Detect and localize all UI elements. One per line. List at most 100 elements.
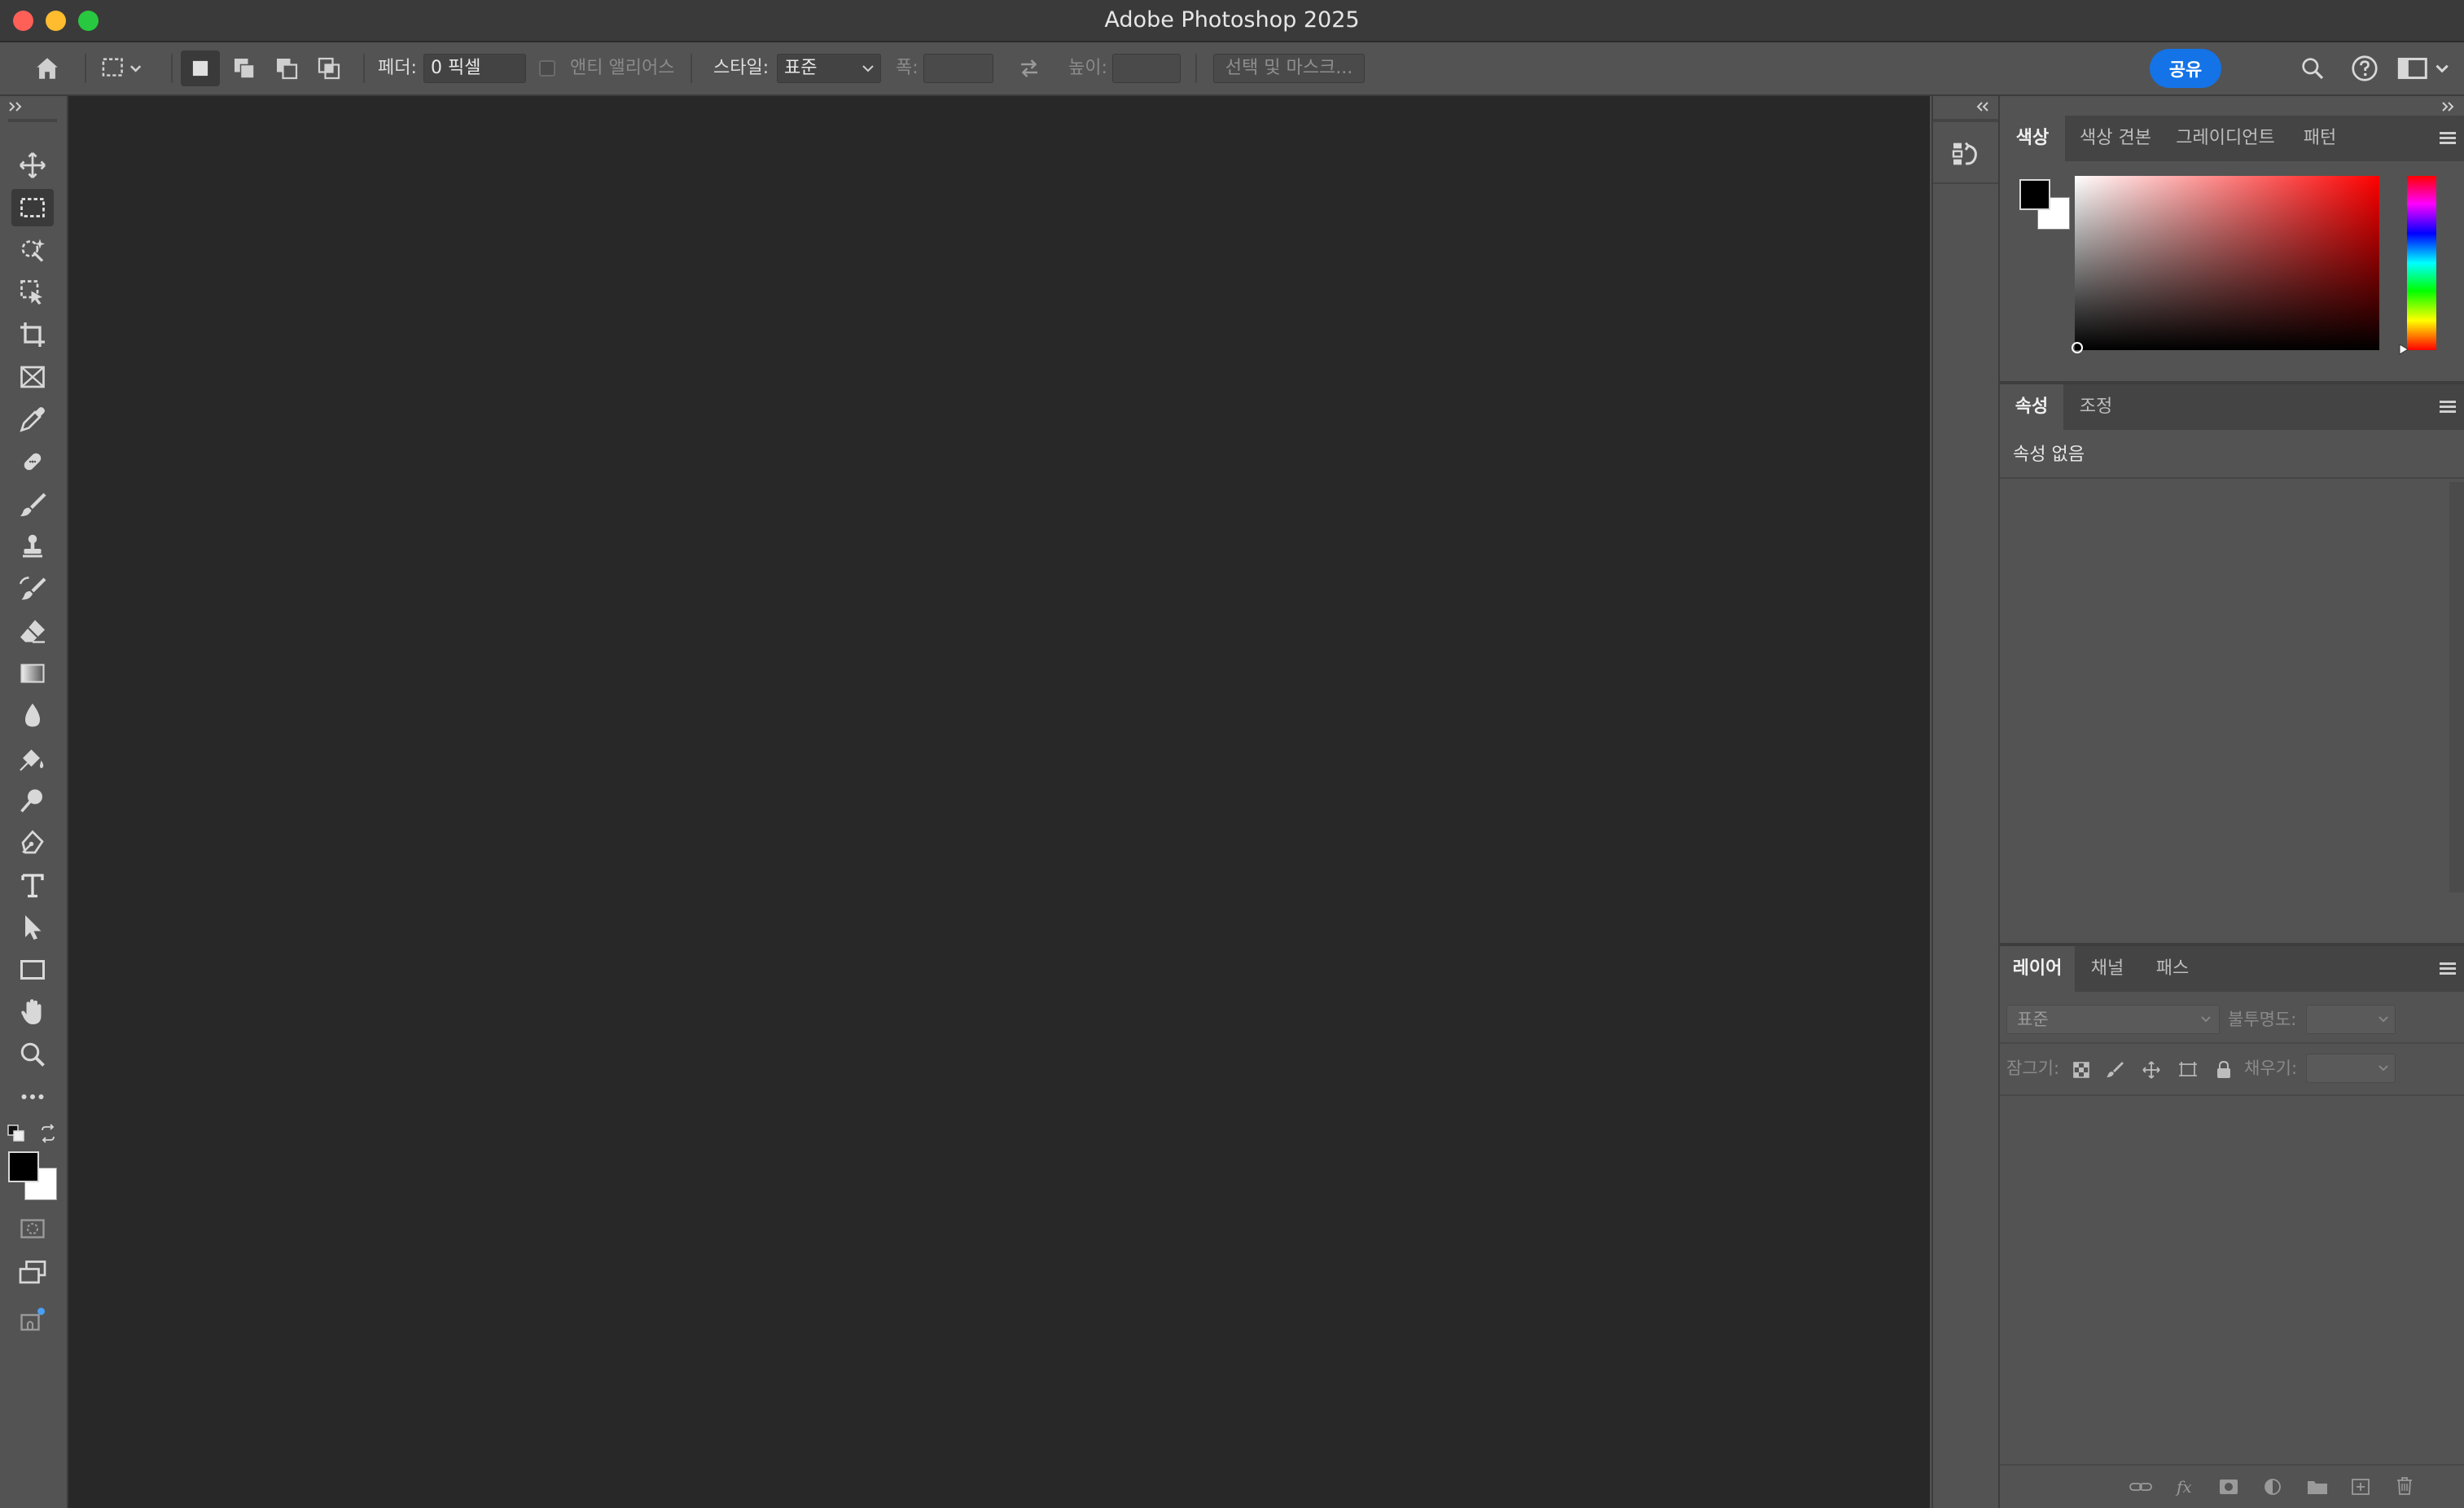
adjustment-layer-icon[interactable] xyxy=(2262,1477,2283,1497)
lock-all-icon[interactable] xyxy=(2215,1060,2233,1080)
hue-slider[interactable] xyxy=(2399,176,2436,355)
rectangle-tool[interactable] xyxy=(11,951,54,989)
swap-dimensions-button[interactable] xyxy=(1010,50,1049,86)
spot-healing-brush-tool[interactable] xyxy=(11,443,54,480)
tab-properties[interactable]: 속성 xyxy=(2000,384,2063,430)
separator xyxy=(363,54,365,83)
search-button[interactable] xyxy=(2293,50,2332,86)
dodge-tool[interactable] xyxy=(11,739,54,777)
crop-tool[interactable] xyxy=(11,316,54,353)
trash-icon[interactable] xyxy=(2394,1475,2415,1497)
share-button[interactable]: 공유 xyxy=(2150,49,2221,88)
intersect-selection-button[interactable] xyxy=(309,50,349,86)
tab-color[interactable]: 색상 xyxy=(2000,116,2065,161)
lock-image-pixels-icon[interactable] xyxy=(2106,1060,2125,1080)
height-label: 높이: xyxy=(1068,58,1107,78)
burn-tool[interactable] xyxy=(11,782,54,819)
hand-tool[interactable] xyxy=(11,993,54,1031)
separator xyxy=(2000,477,2464,479)
anti-alias-checkbox[interactable] xyxy=(539,60,555,77)
generative-ai-button[interactable] xyxy=(11,1301,54,1339)
document-canvas-area[interactable] xyxy=(68,96,1930,1508)
opacity-input[interactable] xyxy=(2306,1005,2396,1034)
properties-panel: 속성 조정 속성 없음 xyxy=(2000,381,2464,943)
separator xyxy=(1933,182,1998,184)
new-selection-button[interactable] xyxy=(181,50,220,86)
eyedropper-tool[interactable] xyxy=(11,401,54,438)
panel-grip[interactable] xyxy=(1933,119,1998,122)
lock-position-icon[interactable] xyxy=(2142,1060,2161,1080)
new-layer-icon[interactable] xyxy=(2350,1477,2371,1497)
swap-colors-icon[interactable] xyxy=(37,1124,59,1143)
collapse-right-icon[interactable] xyxy=(2440,99,2457,114)
subtract-from-selection-button[interactable] xyxy=(267,50,306,86)
eraser-tool[interactable] xyxy=(11,612,54,650)
marquee-preset-picker[interactable] xyxy=(94,50,151,86)
new-group-folder-icon[interactable] xyxy=(2306,1477,2329,1497)
workspace-switcher[interactable] xyxy=(2394,50,2453,86)
path-selection-tool[interactable] xyxy=(11,909,54,946)
fill-input[interactable] xyxy=(2306,1054,2396,1083)
tab-adjustments[interactable]: 조정 xyxy=(2065,384,2127,430)
pen-tool[interactable] xyxy=(11,824,54,861)
separator xyxy=(171,54,173,83)
tab-channels[interactable]: 채널 xyxy=(2076,946,2138,992)
height-input[interactable] xyxy=(1112,54,1181,83)
quick-mask-button[interactable] xyxy=(11,1210,54,1247)
add-to-selection-button[interactable] xyxy=(225,50,264,86)
screen-mode-button[interactable] xyxy=(11,1254,54,1291)
search-icon xyxy=(2302,58,2324,80)
properties-scrollbar[interactable] xyxy=(2449,482,2464,892)
layers-panel-menu-icon[interactable] xyxy=(2436,958,2459,980)
history-panel-button[interactable] xyxy=(1940,129,1992,179)
zoom-tool[interactable] xyxy=(11,1036,54,1073)
collapse-left-icon[interactable] xyxy=(1974,99,1992,114)
move-tool[interactable] xyxy=(11,147,54,184)
expand-panel-icon[interactable] xyxy=(7,99,28,114)
feather-label: 페더: xyxy=(378,58,417,78)
history-brush-tool[interactable] xyxy=(11,570,54,607)
lock-artboard-icon[interactable] xyxy=(2177,1060,2199,1080)
clone-stamp-tool[interactable] xyxy=(11,528,54,565)
object-selection-tool[interactable] xyxy=(11,231,54,269)
default-colors-icon[interactable] xyxy=(7,1124,26,1143)
foreground-color-swatch[interactable] xyxy=(8,1151,39,1182)
brush-tool[interactable] xyxy=(11,485,54,523)
select-and-mask-button[interactable]: 선택 및 마스크... xyxy=(1213,54,1365,83)
lock-label: 잠그기: xyxy=(2006,1059,2060,1078)
width-input[interactable] xyxy=(923,54,993,83)
hue-slider-handle[interactable] xyxy=(2399,344,2409,355)
link-layers-icon[interactable] xyxy=(2129,1477,2153,1497)
help-button[interactable] xyxy=(2345,50,2384,86)
panel-foreground-swatch[interactable] xyxy=(2019,179,2050,210)
color-picker-handle[interactable] xyxy=(2072,342,2083,353)
feather-input[interactable]: 0 픽셀 xyxy=(423,54,526,83)
history-brush-icon xyxy=(19,576,46,600)
gradient-tool[interactable] xyxy=(11,655,54,692)
home-button[interactable] xyxy=(24,50,70,86)
edit-toolbar-button[interactable] xyxy=(11,1078,54,1116)
properties-panel-menu-icon[interactable] xyxy=(2436,396,2459,419)
tab-layers[interactable]: 레이어 xyxy=(2000,946,2075,992)
layers-list[interactable] xyxy=(2000,1096,2464,1462)
crop-icon xyxy=(20,322,45,347)
tab-patterns[interactable]: 패턴 xyxy=(2286,116,2353,161)
panel-grip[interactable] xyxy=(8,119,57,122)
tab-swatches[interactable]: 색상 견본 xyxy=(2067,116,2164,161)
frame-tool[interactable] xyxy=(11,358,54,396)
type-tool[interactable] xyxy=(11,866,54,904)
style-select[interactable]: 표준 xyxy=(777,54,881,83)
saturation-brightness-field[interactable] xyxy=(2072,176,2379,353)
add-mask-icon[interactable] xyxy=(2218,1477,2239,1497)
type-icon xyxy=(21,874,44,898)
blur-tool[interactable] xyxy=(11,697,54,734)
rectangle-icon xyxy=(20,960,45,980)
tab-gradients[interactable]: 그레이디언트 xyxy=(2166,116,2285,161)
lock-transparent-pixels-icon[interactable] xyxy=(2072,1060,2091,1080)
layer-style-fx-icon[interactable]: fx xyxy=(2174,1475,2197,1498)
tab-paths[interactable]: 패스 xyxy=(2140,946,2205,992)
color-panel-menu-icon[interactable] xyxy=(2436,127,2459,150)
crop-selection-tool[interactable] xyxy=(11,274,54,311)
blend-mode-select[interactable]: 표준 xyxy=(2006,1005,2220,1034)
rectangular-marquee-tool[interactable] xyxy=(11,189,54,226)
